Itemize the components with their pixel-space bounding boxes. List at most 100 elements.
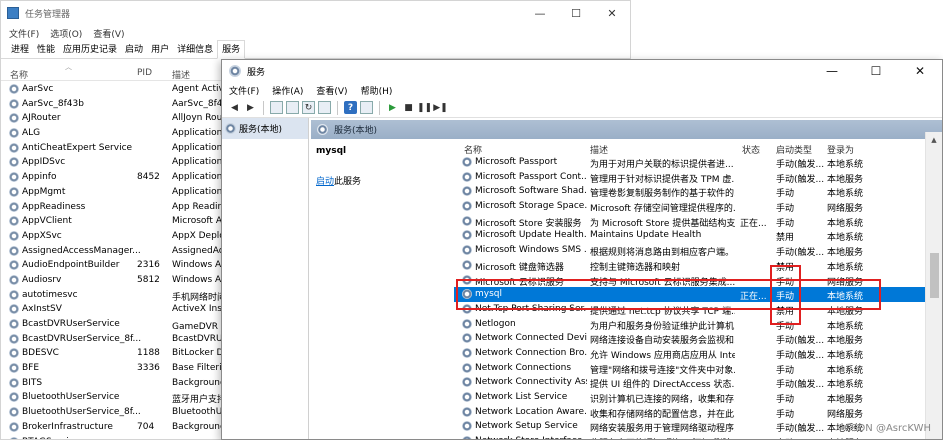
service-startup-type: 手动 — [776, 189, 795, 200]
service-gear-icon — [9, 289, 19, 300]
tab-details[interactable]: 详细信息 — [173, 42, 217, 58]
service-row[interactable]: Network List Service 识别计算机已连接的网络，收集和存... 手… — [454, 390, 942, 405]
tm-row-name: AarSvc_8f43b — [22, 98, 84, 109]
service-row[interactable]: Microsoft Storage Space... Microsoft 存储空间… — [454, 199, 942, 214]
tm-row-name: AssignedAccessManager... — [22, 245, 141, 256]
forward-arrow-icon[interactable]: ▶ — [244, 101, 257, 114]
service-row[interactable]: Microsoft Passport 为用于对用户关联的标识提供者进... 手动(触… — [454, 155, 942, 170]
service-startup-type: 手动 — [776, 204, 795, 215]
console-view-icon[interactable] — [360, 101, 373, 114]
tab-startup[interactable]: 启动 — [121, 42, 147, 58]
service-row[interactable]: Network Store Interface ...此服务向网络通知(例如，添… — [454, 434, 942, 439]
tm-col-desc[interactable]: 描述 — [172, 68, 190, 81]
scroll-up-icon[interactable]: ▲ — [926, 132, 942, 147]
tm-menu-view[interactable]: 查看(V) — [93, 27, 124, 40]
tab-app-history[interactable]: 应用历史记录 — [59, 42, 121, 58]
tm-row-pid: 2316 — [137, 260, 160, 271]
tm-menu-file[interactable]: 文件(F) — [9, 27, 39, 40]
service-gear-icon — [9, 421, 19, 432]
service-gear-icon — [9, 230, 19, 241]
tm-row-desc: BitLocker Dr — [172, 348, 228, 359]
tab-services[interactable]: 服务 — [217, 40, 246, 59]
service-gear-icon — [462, 259, 472, 270]
service-row[interactable]: Microsoft Passport Cont... 管理用于针对标识提供者及 T… — [454, 170, 942, 185]
close-icon[interactable]: ✕ — [594, 1, 630, 25]
help-icon[interactable]: ? — [344, 101, 357, 114]
tab-performance[interactable]: 性能 — [33, 42, 59, 58]
minimize-icon[interactable]: — — [810, 60, 854, 82]
service-row[interactable]: Network Connected Devi... 网络连接设备自动安装服务会监视… — [454, 331, 942, 346]
tm-row-desc: 蓝牙用户支持 — [172, 395, 227, 406]
stop-service-icon[interactable]: ■ — [402, 101, 415, 114]
service-gear-icon — [9, 216, 19, 227]
vertical-scrollbar[interactable]: ▲ — [925, 132, 942, 439]
service-startup-type: 手动(触发... — [776, 424, 825, 435]
service-row[interactable]: Microsoft Windows SMS ... 根据规则将消息路由到相应客户端… — [454, 243, 942, 258]
svc-menu-action[interactable]: 操作(A) — [272, 84, 303, 97]
service-row[interactable]: Netlogon 为用户和服务身份验证维护此计算机... 手动 本地系统 — [454, 317, 942, 332]
tab-users[interactable]: 用户 — [147, 42, 173, 58]
tm-title: 任务管理器 — [25, 9, 71, 20]
maximize-icon[interactable]: ☐ — [558, 1, 594, 25]
tab-processes[interactable]: 进程 — [7, 42, 33, 58]
service-startup-type: 禁用 — [776, 233, 795, 244]
service-name: Microsoft Windows SMS ... — [475, 245, 587, 256]
service-row[interactable]: Network Connectivity Ass... 提供 UI 组件的 Dir… — [454, 375, 942, 390]
tm-row-name: BcastDVRUserService — [22, 319, 120, 329]
service-startup-type: 手动(触发... — [776, 336, 825, 347]
tm-row-desc: Background — [172, 377, 226, 388]
restart-service-icon[interactable]: ▶❚ — [433, 101, 447, 114]
tm-row-pid: 1188 — [137, 348, 160, 359]
pause-service-icon[interactable]: ❚❚ — [417, 101, 432, 114]
service-name: Network Connected Devi... — [475, 333, 587, 344]
service-gear-icon — [462, 215, 472, 226]
toolbar-separator — [263, 100, 264, 115]
tm-row-desc: 手机网络时间 — [172, 292, 227, 303]
service-row[interactable]: Microsoft 键盘筛选器 控制主键筛选器和映射 禁用 本地系统 — [454, 258, 942, 273]
tm-menu-options[interactable]: 选项(O) — [50, 27, 82, 40]
tm-col-pid[interactable]: PID — [137, 68, 152, 78]
export-list-icon[interactable] — [318, 101, 331, 114]
close-icon[interactable]: ✕ — [898, 60, 942, 82]
start-service-suffix: 此服务 — [334, 177, 362, 187]
task-manager-icon — [7, 7, 19, 19]
service-gear-icon — [9, 407, 19, 418]
service-description: 管理用于针对标识提供者及 TPM 虚... — [590, 174, 735, 185]
svc-title: 服务 — [247, 67, 266, 78]
service-status: 正在... — [740, 218, 767, 229]
start-service-link[interactable]: 启动 — [316, 177, 334, 187]
service-row[interactable]: Microsoft Software Shad... 管理卷影复制服务制作的基于软… — [454, 184, 942, 199]
svc-menu-file[interactable]: 文件(F) — [229, 84, 259, 97]
back-arrow-icon[interactable]: ◀ — [228, 101, 241, 114]
svc-menu-view[interactable]: 查看(V) — [316, 84, 347, 97]
refresh-icon[interactable]: ↻ — [302, 101, 315, 114]
service-gear-icon — [9, 436, 19, 439]
maximize-icon[interactable]: ☐ — [854, 60, 898, 82]
service-name: Microsoft 键盘筛选器 — [475, 262, 564, 273]
service-row[interactable]: Network Connections 管理"网络和拨号连接"文件夹中对象... 手… — [454, 361, 942, 376]
properties-icon[interactable] — [286, 101, 299, 114]
service-name: Microsoft Passport — [475, 157, 558, 167]
tm-row-desc: Application I — [172, 172, 228, 183]
service-row[interactable]: Network Connection Bro... 允许 Windows 应用商店… — [454, 346, 942, 361]
tm-row-name: BTAGService — [22, 437, 79, 440]
service-log-on-as: 网络服务 — [827, 204, 864, 215]
tree-item-services-local[interactable]: 服务(本地) — [222, 118, 308, 139]
service-row[interactable]: Network Location Aware... 收集和存储网络的配置信息，并在… — [454, 405, 942, 420]
service-log-on-as: 本地服务 — [827, 336, 864, 347]
minimize-icon[interactable]: — — [522, 1, 558, 25]
tm-row-name: AppXSvc — [22, 230, 62, 241]
scroll-thumb[interactable] — [930, 253, 939, 298]
tm-col-name[interactable]: 名称 — [10, 68, 28, 81]
start-service-icon[interactable]: ▶ — [386, 101, 399, 114]
service-description: 网络连接设备自动安装服务会监视和... — [590, 336, 735, 347]
highlight-box-mysql-row — [456, 279, 881, 310]
service-gear-icon — [462, 171, 472, 182]
tm-row-desc: Application I — [172, 157, 228, 168]
service-row[interactable]: Microsoft Update Health... Maintains Upda… — [454, 228, 942, 243]
service-gear-icon — [9, 260, 19, 271]
service-gear-icon — [462, 245, 472, 256]
svc-menu-help[interactable]: 帮助(H) — [361, 84, 393, 97]
show-console-tree-icon[interactable] — [270, 101, 283, 114]
service-row[interactable]: Microsoft Store 安装服务为 Microsoft Store 提供… — [454, 214, 942, 229]
